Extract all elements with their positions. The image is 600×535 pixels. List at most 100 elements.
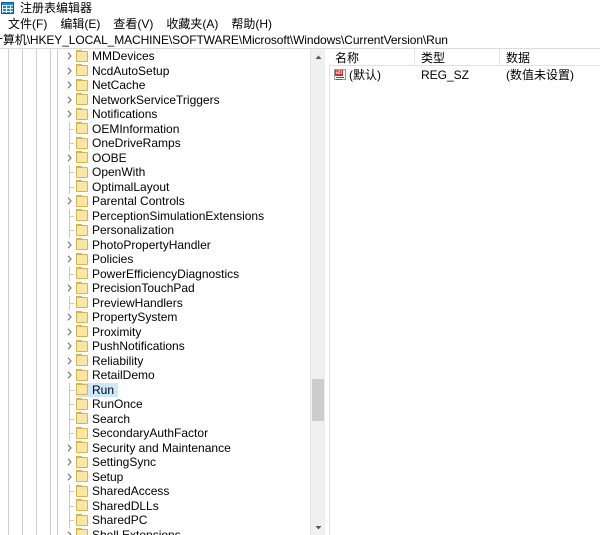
chevron-right-icon[interactable] [64,64,75,78]
chevron-right-icon[interactable] [64,281,75,295]
address-bar[interactable]: 计算机\HKEY_LOCAL_MACHINE\SOFTWARE\Microsof… [0,32,600,49]
folder-icon [76,252,88,265]
tree-item[interactable]: Security and Maintenance [0,441,310,456]
tree-connector-elbow [69,433,74,434]
chevron-right-icon[interactable] [64,93,75,107]
tree-item-content: PowerEfficiencyDiagnostics [76,267,243,281]
menu-file[interactable]: 文件(F) [2,16,54,32]
menu-view[interactable]: 查看(V) [107,16,160,32]
tree-item[interactable]: NcdAutoSetup [0,64,310,79]
chevron-right-icon[interactable] [64,441,75,455]
tree-item[interactable]: Shell Extensions [0,528,310,535]
tree-item[interactable]: Personalization [0,223,310,238]
folder-icon [76,49,88,62]
tree-item[interactable]: Notifications [0,107,310,122]
tree-item[interactable]: RunOnce [0,397,310,412]
folder-icon [76,470,88,483]
tree-item-content: SharedPC [76,513,151,527]
chevron-right-icon[interactable] [64,107,75,121]
tree-item[interactable]: Setup [0,470,310,485]
tree-item-label: Parental Controls [92,194,185,209]
tree-item-content: PhotoPropertyHandler [76,238,215,252]
chevron-right-icon[interactable] [64,310,75,324]
tree-item[interactable]: OneDriveRamps [0,136,310,151]
scroll-up-arrow[interactable] [311,49,325,65]
tree-item[interactable]: PerceptionSimulationExtensions [0,208,310,223]
chevron-right-icon[interactable] [64,151,75,165]
tree-item[interactable]: SharedDLLs [0,498,310,513]
tree-item[interactable]: PreviewHandlers [0,295,310,310]
tree-item[interactable]: SecondaryAuthFactor [0,426,310,441]
chevron-right-icon[interactable] [64,470,75,484]
tree-item-label: Personalization [92,223,175,238]
folder-icon [76,281,88,294]
tree-item[interactable]: MMDevices [0,49,310,64]
menu-bar: 文件(F) 编辑(E) 查看(V) 收藏夹(A) 帮助(H) [0,16,600,32]
tree-item[interactable]: PropertySystem [0,310,310,325]
tree-item[interactable]: OpenWith [0,165,310,180]
tree-item[interactable]: Parental Controls [0,194,310,209]
tree-item-label: MMDevices [92,49,155,64]
chevron-right-icon[interactable] [64,194,75,208]
tree-item-label: PowerEfficiencyDiagnostics [92,266,240,281]
tree-item-label: Run [92,382,115,397]
folder-icon [76,136,88,149]
chevron-right-icon[interactable] [64,354,75,368]
chevron-right-icon[interactable] [64,238,75,252]
value-row[interactable]: ab (默认) REG_SZ (数值未设置) [329,66,600,83]
registry-tree-viewport[interactable]: MMDevices NcdAutoSetup NetCache NetworkServ… [0,49,310,535]
scroll-down-arrow[interactable] [311,519,325,535]
tree-item[interactable]: OptimalLayout [0,179,310,194]
folder-icon [76,310,88,323]
column-name[interactable]: 名称 [329,49,415,65]
tree-item[interactable]: PhotoPropertyHandler [0,238,310,253]
tree-item[interactable]: SettingSync [0,455,310,470]
tree-item-content: Security and Maintenance [76,441,235,455]
menu-favorites[interactable]: 收藏夹(A) [160,16,225,32]
tree-item[interactable]: Search [0,411,310,426]
tree-connector-elbow [69,230,74,231]
tree-item-content: Parental Controls [76,194,189,208]
tree-item[interactable]: Reliability [0,354,310,369]
tree-item[interactable]: RetailDemo [0,368,310,383]
value-name-cell: ab (默认) [329,66,415,83]
tree-item[interactable]: PushNotifications [0,339,310,354]
chevron-right-icon[interactable] [64,455,75,469]
folder-icon [76,368,88,381]
tree-scrollbar-thumb[interactable] [312,379,324,421]
tree-item[interactable]: Run [0,382,310,397]
tree-connector-elbow [69,491,74,492]
tree-item[interactable]: PrecisionTouchPad [0,281,310,296]
chevron-right-icon[interactable] [64,78,75,92]
folder-icon [76,93,88,106]
chevron-right-icon[interactable] [64,339,75,353]
column-type[interactable]: 类型 [415,49,500,65]
chevron-right-icon[interactable] [64,49,75,63]
tree-item[interactable]: SharedPC [0,513,310,528]
tree-item-content: Search [76,412,134,426]
tree-item[interactable]: NetCache [0,78,310,93]
chevron-right-icon[interactable] [64,252,75,266]
tree-item[interactable]: SharedAccess [0,484,310,499]
tree-connector-elbow [69,505,74,507]
tree-item[interactable]: Proximity [0,325,310,340]
registry-tree: MMDevices NcdAutoSetup NetCache NetworkServ… [0,49,310,535]
chevron-right-icon[interactable] [64,528,75,535]
tree-vertical-scrollbar[interactable] [310,49,325,535]
main-content: MMDevices NcdAutoSetup NetCache NetworkServ… [0,49,600,535]
tree-item-label: OEMInformation [92,121,180,136]
tree-item[interactable]: PowerEfficiencyDiagnostics [0,266,310,281]
tree-item[interactable]: OEMInformation [0,121,310,136]
tree-item-label: Notifications [92,107,158,122]
tree-item[interactable]: NetworkServiceTriggers [0,93,310,108]
tree-item-label: SharedPC [92,513,148,528]
folder-icon [76,209,88,222]
tree-item[interactable]: Policies [0,252,310,267]
tree-item-label: Security and Maintenance [92,440,231,455]
tree-item[interactable]: OOBE [0,151,310,166]
menu-help[interactable]: 帮助(H) [225,16,279,32]
menu-edit[interactable]: 编辑(E) [54,16,107,32]
chevron-right-icon[interactable] [64,368,75,382]
chevron-right-icon[interactable] [64,325,75,339]
column-data[interactable]: 数据 [500,49,600,65]
